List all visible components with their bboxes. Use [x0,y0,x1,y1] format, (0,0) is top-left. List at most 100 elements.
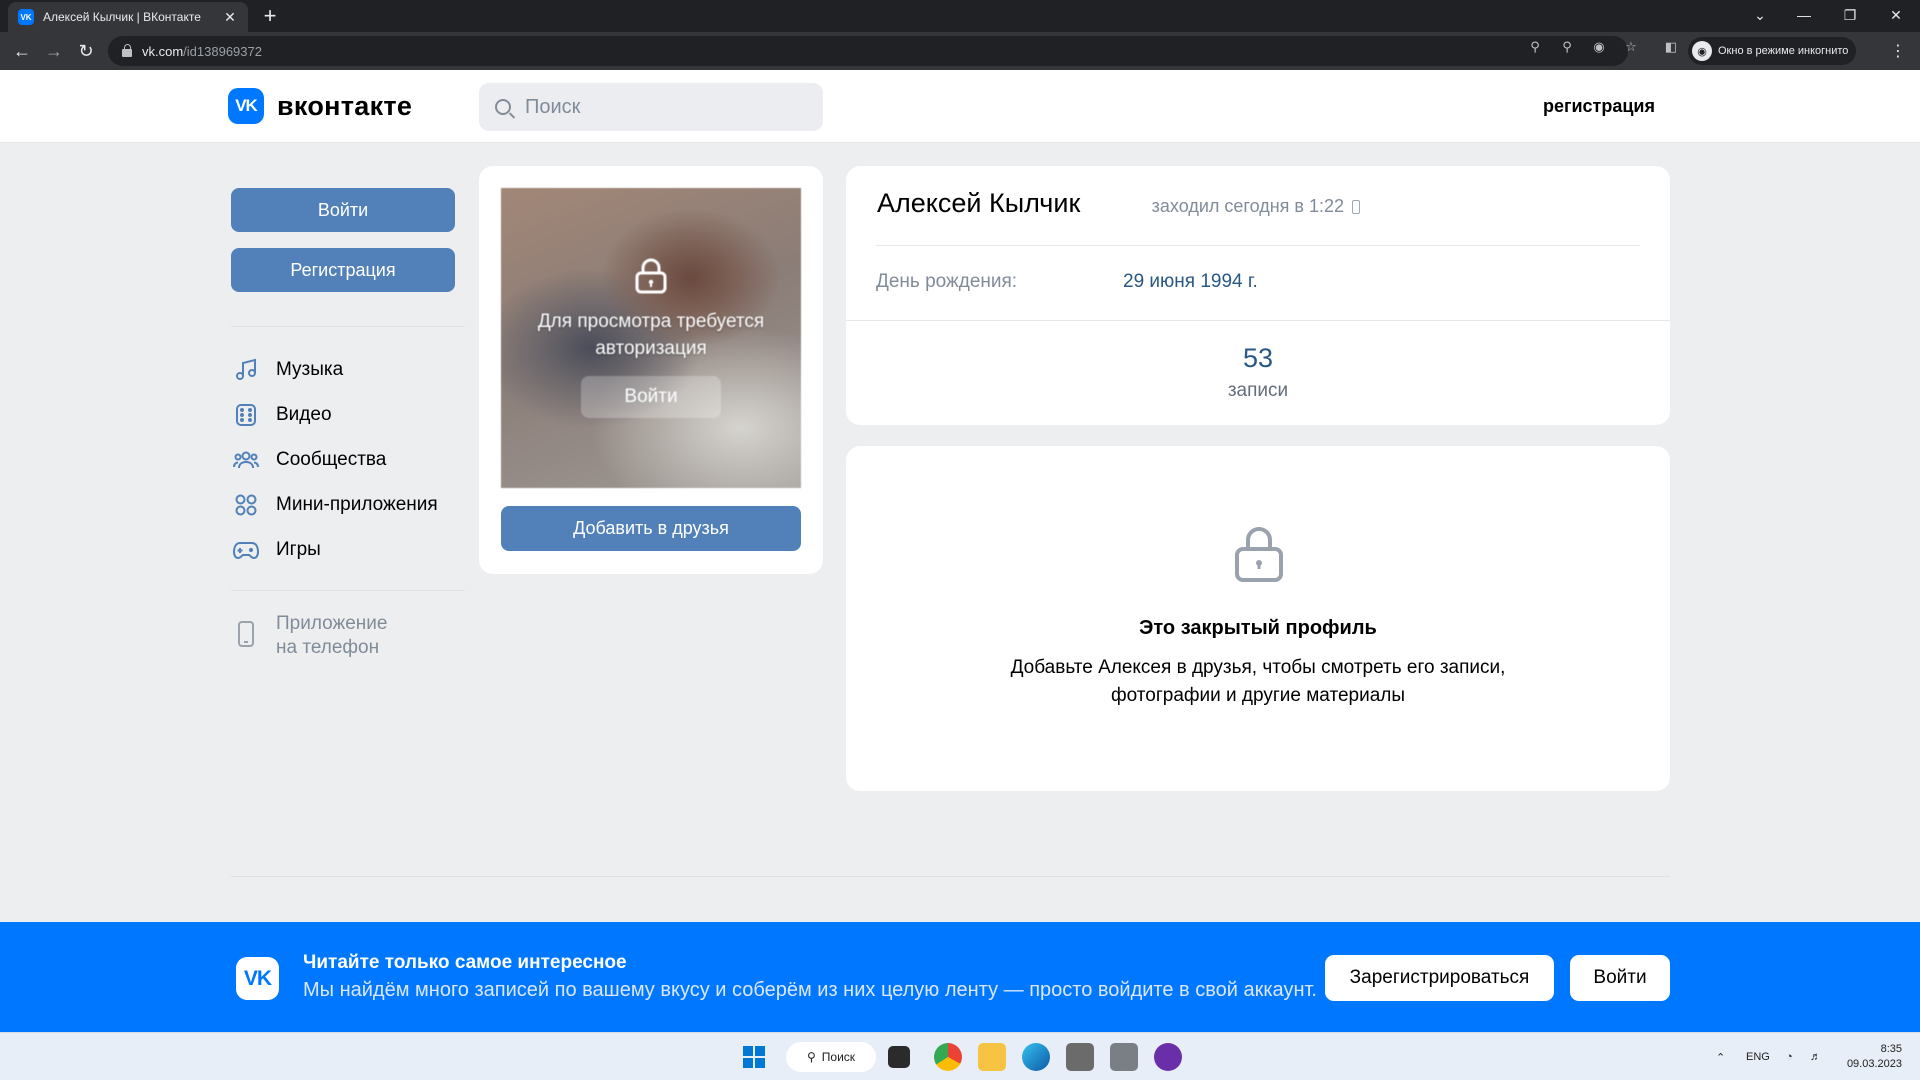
browser-toolbar: ← → ↻ vk.com/id138969372 ⚲ ⚲ ◉ ☆ ◧ ◉ Окн… [0,32,1920,70]
secure-lock-icon [122,44,132,57]
profile-divider [876,245,1640,246]
tab-title: Алексей Кылчик | ВКонтакте [43,10,201,24]
vk-logo[interactable]: VK вконтакте [228,88,412,124]
calculator-icon[interactable] [1110,1043,1138,1071]
add-friend-button[interactable]: Добавить в друзья [501,506,801,551]
music-icon [232,356,260,384]
incognito-icon: ◉ [1692,41,1712,61]
games-icon [232,536,260,564]
vk-favicon-icon: VK [18,9,34,25]
search-placeholder: Поиск [525,95,581,118]
incognito-chip[interactable]: ◉ Окно в режиме инкогнито [1688,37,1857,65]
wifi-icon[interactable]: ◔ [1786,1033,1793,1080]
vk-header: VK вконтакте Поиск регистрация [0,70,1920,143]
bookmark-star-icon[interactable]: ☆ [1622,39,1640,55]
clock[interactable]: 8:35 09.03.2023 [1838,1042,1902,1072]
video-icon [232,401,260,429]
lock-icon [635,258,667,294]
banner-text: Мы найдём много записей по вашему вкусу … [303,979,1317,1001]
mobile-app-label: Приложение на телефон [276,612,387,660]
forward-arrow-icon[interactable]: → [42,39,66,63]
sidebar-register-button[interactable]: Регистрация [231,248,455,292]
vk-logo-text: вконтакте [277,90,413,121]
incognito-label: Окно в режиме инкогнито [1718,45,1849,57]
tor-browser-icon[interactable] [1154,1043,1182,1071]
search-icon: ⚲ [806,1050,816,1064]
last-seen-status: заходил сегодня в 1:22 [1152,196,1360,217]
sidebar-item-mobile-app[interactable]: Приложение на телефон [232,612,387,660]
side-panel-icon[interactable]: ◧ [1662,39,1680,55]
posts-label: записи [1227,380,1289,401]
closed-profile-description: Добавьте Алексея в друзья, чтобы смотрет… [846,654,1670,710]
auth-required-text: Для просмотра требуется авторизация [501,308,801,362]
sidebar-item-communities[interactable]: Сообщества [232,446,386,474]
header-register-link[interactable]: регистрация [1543,96,1655,117]
closed-desc-line2: фотографии и другие материалы [1110,685,1406,706]
chrome-icon[interactable] [934,1043,962,1071]
search-input[interactable]: Поиск [479,83,823,131]
close-window-button[interactable]: ✕ [1874,0,1918,30]
browser-tab[interactable]: VK Алексей Кылчик | ВКонтакте ✕ [8,2,248,32]
footer-divider [231,876,1670,877]
reload-icon[interactable]: ↻ [74,39,98,63]
auth-required-line1: Для просмотра требуется [537,311,765,332]
tray-chevron-icon[interactable]: ⌃ [1716,1033,1725,1080]
photo-login-button[interactable]: Войти [581,376,721,418]
search-icon [495,99,511,115]
birthday-value[interactable]: 29 июня 1994 г. [1123,271,1258,293]
clock-time: 8:35 [1880,1043,1902,1055]
minimize-button[interactable]: — [1782,0,1826,30]
restore-button[interactable]: ❐ [1828,0,1872,30]
banner-login-button[interactable]: Войти [1570,955,1670,1001]
signup-banner: VK Читайте только самое интересное Мы на… [0,922,1920,1032]
file-explorer-icon[interactable] [978,1043,1006,1071]
banner-register-button[interactable]: Зарегистрироваться [1325,955,1554,1001]
banner-title: Читайте только самое интересное [303,952,627,973]
sidebar-item-label: Видео [276,404,332,425]
vk-banner-logo-icon: VK [236,957,279,1000]
url-text: vk.com/id138969372 [142,44,262,59]
sidebar-divider [231,590,465,591]
sidebar-item-video[interactable]: Видео [232,401,332,429]
browser-menu-icon[interactable]: ⋮ [1890,41,1906,61]
taskbar-search[interactable]: ⚲ Поиск [786,1042,876,1072]
terminal-icon[interactable] [888,1046,910,1068]
birthday-label: День рождения: [876,271,1018,292]
sidebar-item-mini-apps[interactable]: Мини-приложения [232,491,438,519]
key-icon[interactable]: ⚲ [1526,39,1544,55]
closed-profile-title: Это закрытый профиль [1139,617,1377,639]
back-arrow-icon[interactable]: ← [10,39,34,63]
mobile-app-line1: Приложение [276,613,388,634]
url-host: vk.com [142,43,184,59]
vk-logo-icon: VK [228,88,264,124]
language-indicator[interactable]: ENG [1746,1033,1770,1080]
posts-count[interactable]: 53 [846,343,1670,374]
tab-close-icon[interactable]: ✕ [222,9,238,26]
edge-icon[interactable] [1022,1043,1050,1071]
address-bar[interactable]: vk.com/id138969372 [108,36,1628,66]
profile-divider [846,320,1670,321]
sidebar-item-games[interactable]: Игры [232,536,321,564]
phone-icon [232,620,260,648]
sidebar-item-label: Музыка [276,359,344,380]
tracking-eye-off-icon[interactable]: ◉ [1590,39,1608,55]
zoom-icon[interactable]: ⚲ [1558,39,1576,55]
sidebar-item-label: Сообщества [276,449,387,470]
taskbar-search-label: Поиск [821,1050,856,1064]
volume-icon[interactable]: ♬ [1810,1033,1821,1080]
new-tab-button[interactable]: + [258,4,282,28]
start-icon[interactable] [740,1043,768,1071]
sidebar-item-music[interactable]: Музыка [232,356,343,384]
sidebar-item-label: Мини-приложения [276,494,438,515]
mobile-device-icon [1352,199,1360,214]
avatar-photo: Для просмотра требуется авторизация Войт… [501,188,801,488]
tab-search-button[interactable]: ⌄ [1738,0,1782,30]
gimp-icon[interactable] [1066,1043,1094,1071]
sidebar-login-button[interactable]: Войти [231,188,455,232]
auth-required-line2: авторизация [595,338,707,359]
mini-apps-icon [232,491,260,519]
closed-lock-icon [1235,527,1283,582]
last-seen-text: заходил сегодня в 1:22 [1151,196,1344,216]
profile-name: Алексей Кылчик [877,188,1081,218]
clock-date: 09.03.2023 [1846,1058,1902,1070]
